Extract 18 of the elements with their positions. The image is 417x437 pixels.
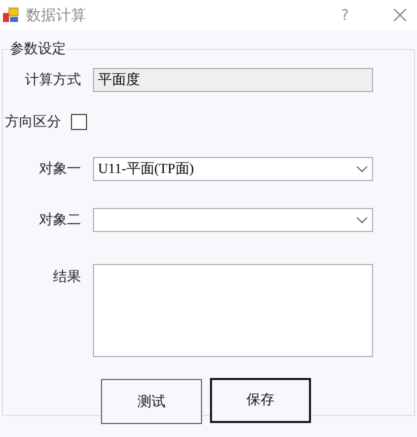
result-box[interactable] <box>93 264 373 357</box>
close-icon[interactable] <box>393 8 407 22</box>
field-label: 对象二 <box>38 211 81 229</box>
action-button[interactable]: 测试 <box>101 379 202 424</box>
field-label: 方向区分 <box>5 113 61 131</box>
window-title: 数据计算 <box>26 6 87 24</box>
chevron-down-icon <box>356 216 368 224</box>
dropdown[interactable] <box>93 208 373 232</box>
app-icon <box>2 6 20 24</box>
text-field[interactable]: 平面度 <box>93 68 373 92</box>
dropdown[interactable]: U11-平面(TP面) <box>93 157 373 181</box>
field-label: 结果 <box>52 268 81 286</box>
checkbox[interactable] <box>71 114 87 130</box>
field-label: 对象一 <box>38 160 81 178</box>
chevron-down-icon <box>356 165 368 173</box>
action-button[interactable]: 保存 <box>210 378 311 422</box>
group-title: 参数设定 <box>9 40 67 58</box>
field-label: 计算方式 <box>24 71 81 89</box>
